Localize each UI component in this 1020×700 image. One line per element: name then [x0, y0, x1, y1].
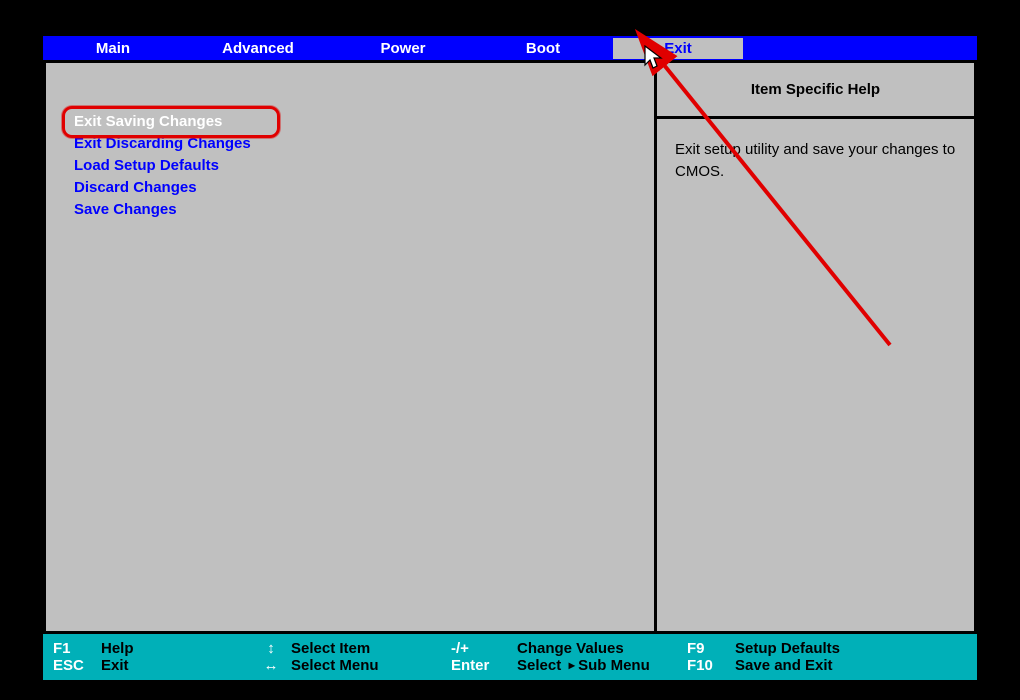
- key-f9: F9: [687, 640, 735, 657]
- content-frame: Exit Saving Changes Exit Discarding Chan…: [43, 60, 977, 634]
- tab-bar: Main Advanced Power Boot Exit: [43, 36, 977, 60]
- label-help: Help: [101, 640, 251, 657]
- label-select: Select: [517, 657, 561, 674]
- menu-load-setup-defaults[interactable]: Load Setup Defaults: [74, 155, 654, 177]
- updown-icon: ↕: [251, 640, 291, 657]
- menu-pane: Exit Saving Changes Exit Discarding Chan…: [46, 63, 654, 631]
- bios-setup-screen: Main Advanced Power Boot Exit Exit Savin…: [0, 0, 1020, 700]
- menu-save-changes[interactable]: Save Changes: [74, 199, 654, 221]
- label-select-menu: Select Menu: [291, 657, 451, 674]
- exit-menu-list: Exit Saving Changes Exit Discarding Chan…: [74, 111, 654, 221]
- tab-main[interactable]: Main: [43, 38, 183, 59]
- help-title: Item Specific Help: [657, 63, 974, 119]
- leftright-icon: ↔: [251, 657, 291, 674]
- label-change-values: Change Values: [517, 640, 687, 657]
- label-select-submenu: Select ▸ Sub Menu: [517, 657, 687, 674]
- submenu-arrow-icon: ▸: [565, 658, 578, 672]
- key-f10: F10: [687, 657, 735, 674]
- key-plusminus: -/+: [451, 640, 517, 657]
- label-select-item: Select Item: [291, 640, 451, 657]
- help-text: Exit setup utility and save your changes…: [657, 119, 974, 203]
- tab-power[interactable]: Power: [333, 38, 473, 59]
- key-enter: Enter: [451, 657, 517, 674]
- help-pane: Item Specific Help Exit setup utility an…: [654, 63, 974, 631]
- key-esc: ESC: [53, 657, 101, 674]
- label-setup-defaults: Setup Defaults: [735, 640, 967, 657]
- menu-discard-changes[interactable]: Discard Changes: [74, 177, 654, 199]
- menu-exit-discarding-changes[interactable]: Exit Discarding Changes: [74, 133, 654, 155]
- tab-advanced[interactable]: Advanced: [183, 38, 333, 59]
- tab-exit[interactable]: Exit: [613, 38, 743, 59]
- menu-exit-saving-changes[interactable]: Exit Saving Changes: [74, 111, 654, 133]
- footer-key-legend: F1 Help ↕ Select Item -/+ Change Values …: [43, 634, 977, 680]
- label-submenu: Sub Menu: [578, 657, 650, 674]
- key-f1: F1: [53, 640, 101, 657]
- label-exit: Exit: [101, 657, 251, 674]
- label-save-and-exit: Save and Exit: [735, 657, 967, 674]
- tab-boot[interactable]: Boot: [473, 38, 613, 59]
